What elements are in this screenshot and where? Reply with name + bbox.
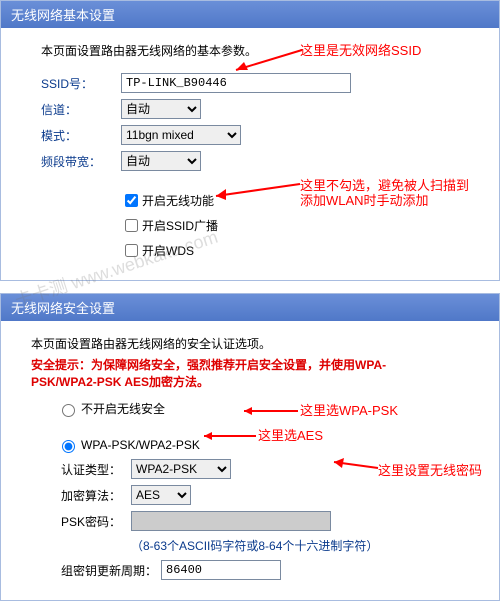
arrow-aes [198,430,260,444]
rekey-row: 组密钥更新周期： [61,560,471,580]
mode-select[interactable]: 11bgn mixed [121,125,241,145]
rekey-label: 组密钥更新周期： [61,562,161,579]
bandwidth-label: 频段带宽： [41,153,121,170]
radio-none-label: 不开启无线安全 [81,400,165,417]
psk-row: PSK密码： [61,511,471,531]
tip-text1: 为保障网络安全，强烈推荐开启安全设置，并使用WPA- [91,358,386,372]
arrow-wpa [238,405,303,419]
channel-select[interactable]: 自动 [121,99,201,119]
ssid-broadcast-label: 开启SSID广播 [142,217,218,234]
bandwidth-select[interactable]: 自动 [121,151,201,171]
wds-label: 开启WDS [142,242,194,259]
radio-none[interactable] [62,404,75,417]
basic-header: 无线网络基本设置 [1,1,499,28]
radio-wpa-label: WPA-PSK/WPA2-PSK [81,438,200,452]
ssid-input[interactable] [121,73,351,93]
auth-label: 认证类型： [61,461,131,478]
basic-panel: 无线网络基本设置 本页面设置路由器无线网络的基本参数。 SSID号： 信道： 自… [0,0,500,281]
enable-wifi-label: 开启无线功能 [142,192,214,209]
ssid-row: SSID号： [41,73,471,93]
psk-label: PSK密码： [61,513,131,530]
arrow-pwd [330,458,382,472]
mode-row: 模式： 11bgn mixed [41,125,471,145]
arrow-broadcast [210,180,305,202]
arrow-ssid [230,48,310,76]
security-panel: 无线网络安全设置 本页面设置路由器无线网络的安全认证选项。 安全提示：为保障网络… [0,293,500,601]
rekey-input[interactable] [161,560,281,580]
ssid-broadcast-checkbox[interactable] [125,219,138,232]
enable-wifi-checkbox[interactable] [125,194,138,207]
auth-select[interactable]: WPA2-PSK [131,459,231,479]
psk-hint: （8-63个ASCII码字符或8-64个十六进制字符） [131,537,471,554]
enc-select[interactable]: AES [131,485,191,505]
security-header: 无线网络安全设置 [1,294,499,321]
security-tip: 安全提示：为保障网络安全，强烈推荐开启安全设置，并使用WPA- PSK/WPA2… [31,356,471,390]
radio-wpa[interactable] [62,440,75,453]
radio-wpa-row: WPA-PSK/WPA2-PSK [57,437,471,453]
ssid-label: SSID号： [41,75,121,92]
bandwidth-row: 频段带宽： 自动 [41,151,471,171]
wds-checkbox[interactable] [125,244,138,257]
psk-input[interactable] [131,511,331,531]
enc-label: 加密算法： [61,487,131,504]
tip-text2: PSK/WPA2-PSK AES加密方法。 [31,375,209,389]
enc-row: 加密算法： AES [61,485,471,505]
mode-label: 模式： [41,127,121,144]
wds-row: 开启WDS [121,241,471,260]
channel-row: 信道： 自动 [41,99,471,119]
auth-row: 认证类型： WPA2-PSK [61,459,471,479]
channel-label: 信道： [41,101,121,118]
ssid-broadcast-row: 开启SSID广播 [121,216,471,235]
security-intro: 本页面设置路由器无线网络的安全认证选项。 [31,335,471,352]
security-body: 本页面设置路由器无线网络的安全认证选项。 安全提示：为保障网络安全，强烈推荐开启… [1,321,499,600]
tip-label: 安全提示： [31,358,91,372]
